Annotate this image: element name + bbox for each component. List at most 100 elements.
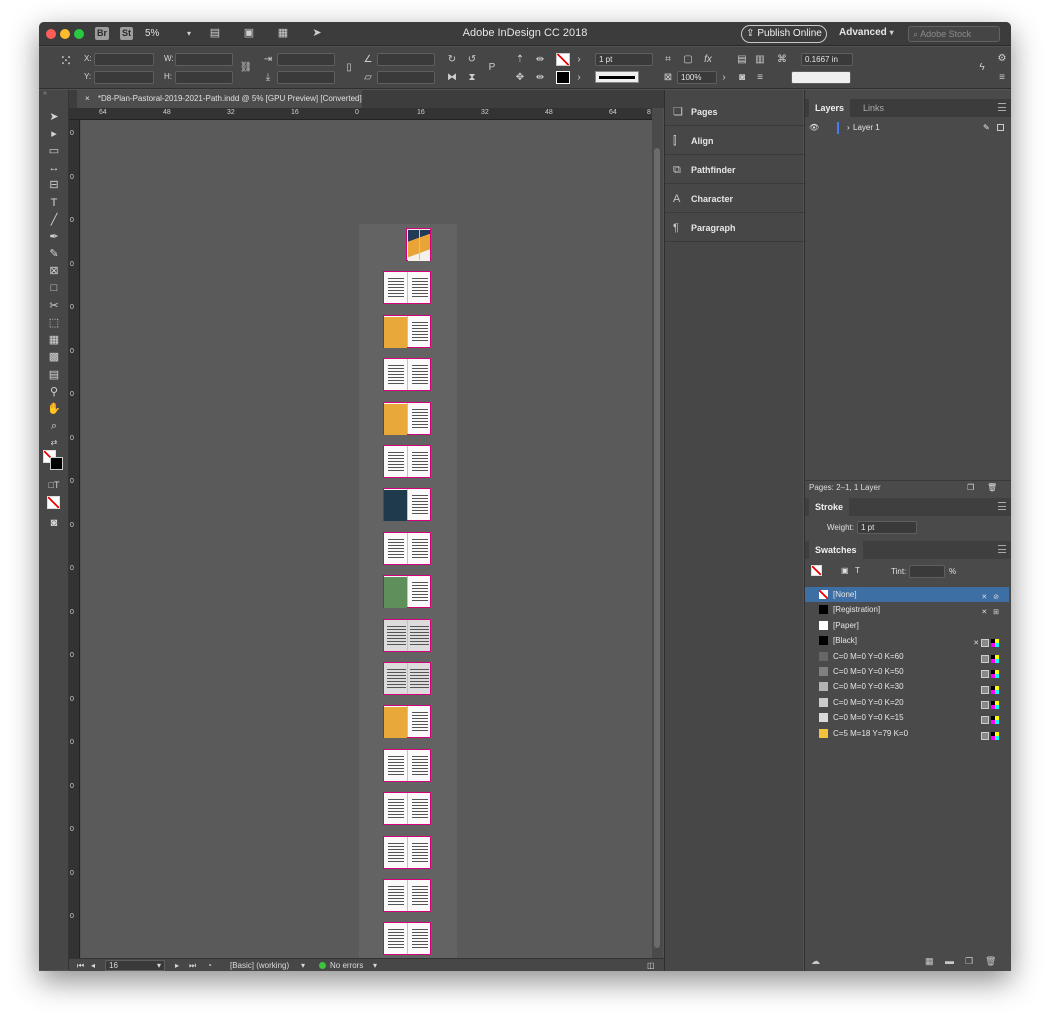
selection-tool-icon[interactable]: ➤ <box>46 110 62 124</box>
spread-thumbnail[interactable] <box>383 445 431 478</box>
zoom-select[interactable]: 5% ▾ <box>145 27 195 41</box>
layer-select-square[interactable] <box>997 124 1004 131</box>
rectangle-frame-tool-icon[interactable]: ⊠ <box>46 264 62 278</box>
open-page-icon[interactable]: ◔ <box>207 959 212 971</box>
panel-align[interactable]: ⫿ Align <box>665 127 804 155</box>
spread-thumbnail[interactable] <box>383 575 431 609</box>
swatch-row[interactable]: C=5 M=18 Y=79 K=0 <box>805 726 1009 741</box>
screen-mode-icon[interactable]: ▣ <box>241 27 257 39</box>
stroke-swatch[interactable] <box>556 71 570 84</box>
zoom-tool-icon[interactable]: ⌕ <box>46 419 62 433</box>
scrollbar-thumb[interactable] <box>654 148 660 948</box>
flip-horizontal-icon[interactable]: ⧓ <box>445 71 459 84</box>
vertical-scrollbar[interactable] <box>652 108 663 958</box>
swatch-row[interactable]: [Registration] ✕ ⊞ <box>805 602 1009 617</box>
h-field[interactable] <box>175 71 233 84</box>
formatting-container-icon[interactable]: □T <box>46 478 62 492</box>
first-page-icon[interactable]: ⏮ <box>77 959 84 971</box>
pen-tool-icon[interactable]: ✒ <box>46 230 62 244</box>
pencil-tool-icon[interactable]: ✎ <box>46 247 62 261</box>
spread-thumbnail[interactable] <box>383 401 431 435</box>
rotate-ccw-icon[interactable]: ↺ <box>465 53 479 66</box>
select-next-icon[interactable]: ⇹ <box>533 71 547 84</box>
swatch-row[interactable]: [Paper] <box>805 618 1009 633</box>
path-type-icon[interactable]: P <box>485 61 499 74</box>
swatch-row[interactable]: C=0 M=0 Y=0 K=50 <box>805 664 1009 679</box>
stock-button[interactable]: St <box>120 27 133 40</box>
align-stroke-icon[interactable]: ≡ <box>753 71 767 84</box>
layer-row[interactable]: 👁 › Layer 1 ✎ <box>805 120 1011 136</box>
chevron-right-icon[interactable]: › <box>717 71 731 84</box>
eyedropper-tool-icon[interactable]: ⚲ <box>46 385 62 399</box>
opacity-field[interactable]: 100% <box>677 71 717 84</box>
free-transform-tool-icon[interactable]: ⬚ <box>46 316 62 330</box>
spread-thumbnail[interactable] <box>383 488 431 522</box>
minimize-window-button[interactable] <box>60 29 70 39</box>
scale-y-field[interactable] <box>277 71 335 84</box>
new-layer-icon[interactable]: ❐ <box>967 481 974 495</box>
screen-mode-icon[interactable]: ◙ <box>46 516 62 530</box>
constrain-proportions-icon[interactable]: ⛓ <box>239 61 253 74</box>
content-collector-icon[interactable]: ⊟ <box>46 178 62 192</box>
swatches-panel-title[interactable]: Swatches <box>809 541 863 559</box>
stroke-weight-input[interactable]: 1 pt <box>857 521 917 534</box>
gap-tool-icon[interactable]: ↔ <box>46 161 62 175</box>
hand-tool-icon[interactable]: ✋ <box>46 402 62 416</box>
spread-thumbnail[interactable] <box>383 618 431 652</box>
gear-icon[interactable]: ⚙ <box>995 52 1009 65</box>
stroke-color-icon[interactable] <box>50 457 63 470</box>
spread-thumbnail[interactable] <box>383 531 431 565</box>
text-icon[interactable]: T <box>855 566 860 575</box>
stroke-panel-title[interactable]: Stroke <box>809 498 850 516</box>
chevron-right-icon[interactable]: › <box>572 53 586 66</box>
w-field[interactable] <box>175 53 233 66</box>
spread-thumbnail[interactable] <box>406 228 431 261</box>
flip-vertical-icon[interactable]: ⧗ <box>465 71 479 84</box>
panel-menu-icon[interactable] <box>998 103 1006 111</box>
panel-pages[interactable]: ❏ Pages <box>665 98 804 126</box>
trash-icon[interactable]: 🗑 <box>987 481 997 495</box>
select-content-icon[interactable]: ✥ <box>513 71 527 84</box>
scissors-tool-icon[interactable]: ✂ <box>46 299 62 313</box>
publish-online-button[interactable]: ⇪ Publish Online <box>741 25 827 43</box>
swap-fill-stroke-icon[interactable]: ⇄ <box>46 436 62 450</box>
panel-menu-icon[interactable] <box>998 502 1006 510</box>
select-container-icon[interactable]: ⇡ <box>513 53 527 66</box>
fill-swatch[interactable] <box>556 53 570 66</box>
swatch-row[interactable]: [None] ✕ ⊘ <box>805 587 1009 602</box>
chevron-right-icon[interactable]: › <box>847 120 850 136</box>
page-number-field[interactable]: 16 <box>105 960 165 971</box>
spread-thumbnail[interactable] <box>383 358 431 392</box>
scale-x-field[interactable] <box>277 53 335 66</box>
text-wrap-none-icon[interactable]: ▤ <box>735 53 749 66</box>
new-folder-icon[interactable]: ▬ <box>945 956 954 966</box>
corner-options-select[interactable] <box>791 71 851 84</box>
rotate-field[interactable] <box>377 53 435 66</box>
type-tool-icon[interactable]: T <box>46 196 62 210</box>
chevron-right-icon[interactable]: › <box>572 71 586 84</box>
offset-field[interactable]: 0.1667 in <box>801 53 853 66</box>
line-tool-icon[interactable]: ╱ <box>46 213 62 227</box>
auto-fit-icon[interactable]: ◙ <box>735 71 749 84</box>
panel-menu-icon[interactable]: ≡ <box>995 71 1009 84</box>
panel-paragraph[interactable]: ¶ Paragraph <box>665 214 804 242</box>
maximize-window-button[interactable] <box>74 29 84 39</box>
close-window-button[interactable] <box>46 29 56 39</box>
pasteboard[interactable] <box>81 120 652 971</box>
apply-none-icon[interactable] <box>47 496 60 509</box>
rotate-cw-icon[interactable]: ↻ <box>445 53 459 66</box>
reference-point-icon[interactable]: ⁙ <box>59 54 73 70</box>
last-page-icon[interactable]: ⏭ <box>189 959 196 971</box>
tab-links[interactable]: Links <box>857 99 890 117</box>
cloud-icon[interactable]: ☁ <box>811 956 820 967</box>
direct-selection-tool-icon[interactable]: ▸ <box>46 127 62 141</box>
collapse-tools-icon[interactable]: » <box>43 90 47 97</box>
close-icon[interactable]: × <box>85 94 90 103</box>
spread-thumbnail[interactable] <box>383 705 431 739</box>
show-kinds-icon[interactable]: ▦ <box>925 956 934 967</box>
y-field[interactable] <box>94 71 154 84</box>
bridge-button[interactable]: Br <box>95 27 110 40</box>
lock-scale-icon[interactable]: ▯ <box>342 61 356 74</box>
frame-fitting-icon[interactable]: ⌗ <box>661 53 675 66</box>
stroke-weight-field[interactable]: 1 pt <box>595 53 653 66</box>
